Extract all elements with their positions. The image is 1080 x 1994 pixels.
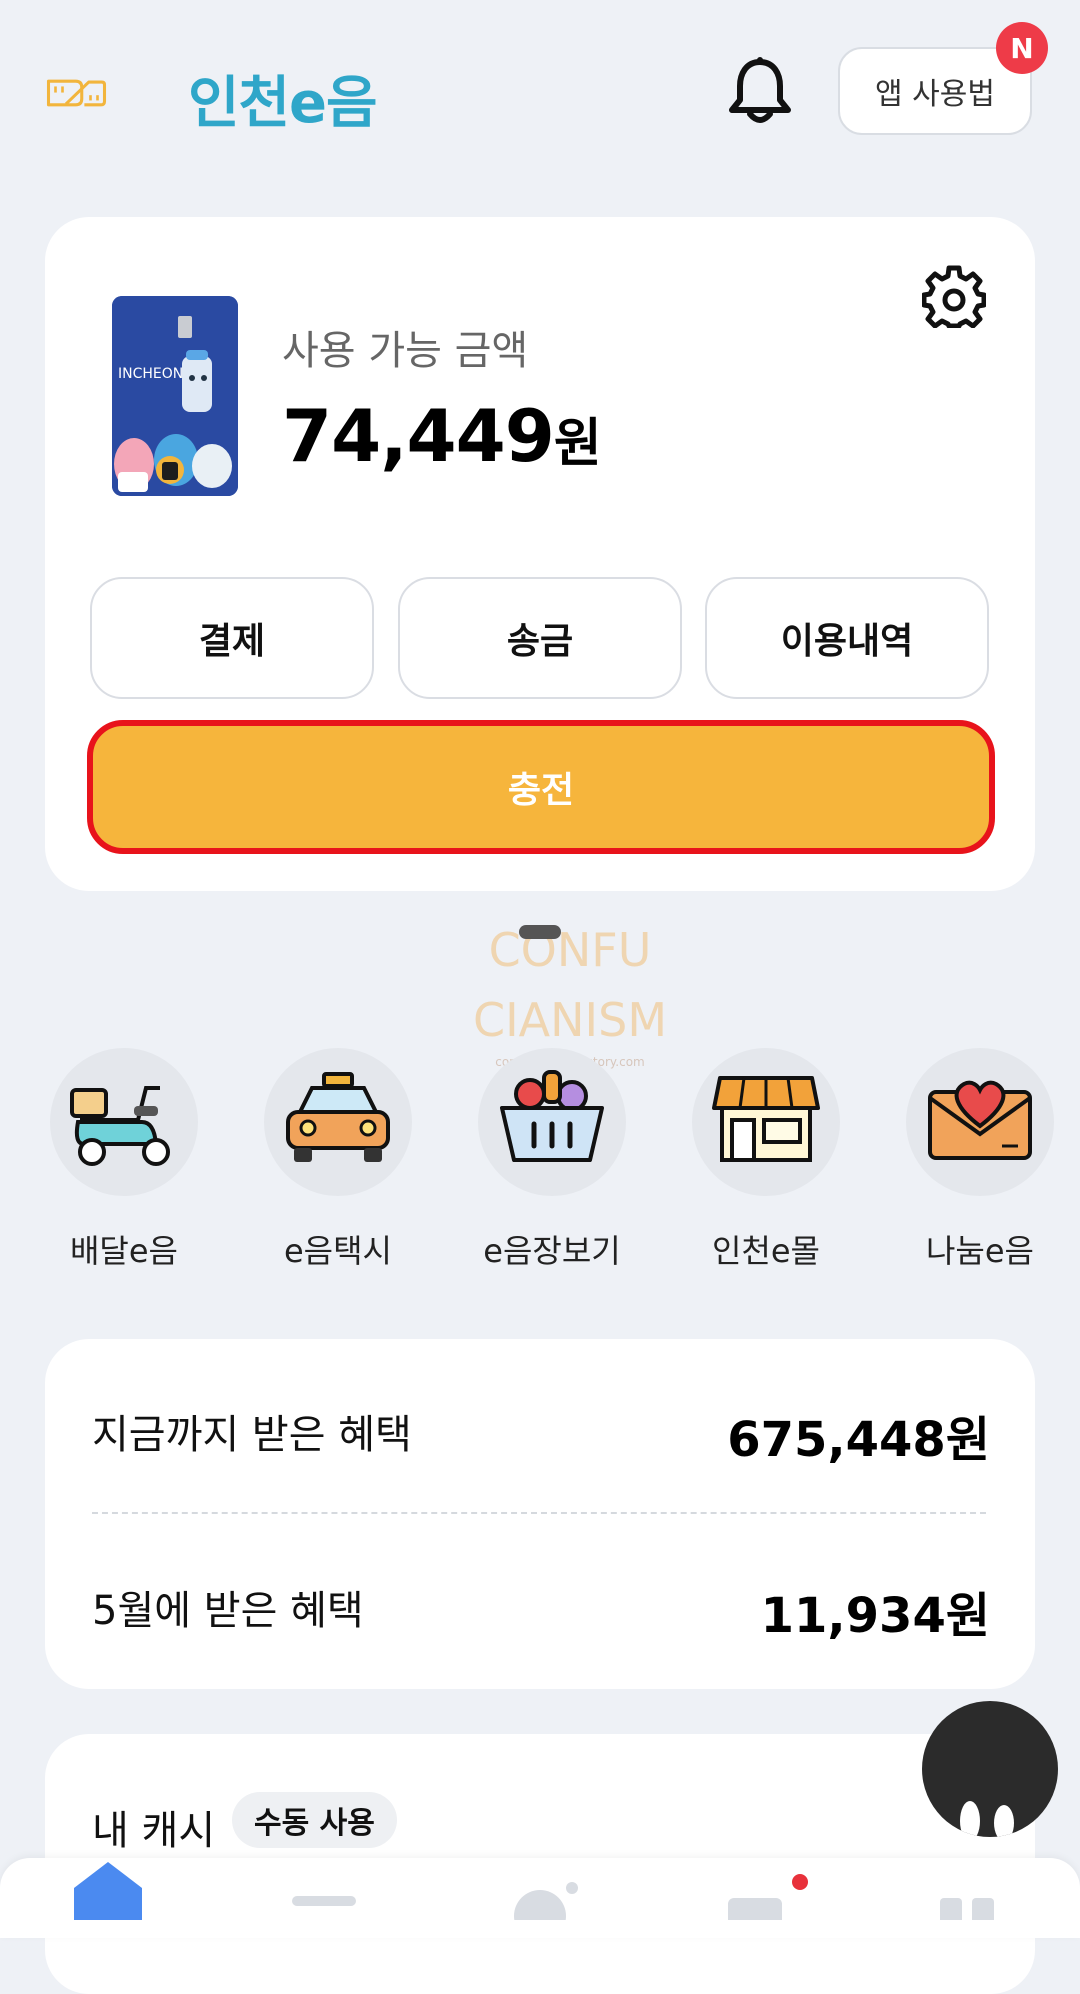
notification-bell-icon[interactable]: [728, 56, 792, 126]
service-mall[interactable]: [692, 1048, 840, 1196]
bottom-nav-icons: [74, 1862, 994, 1942]
calendar-icon: [728, 1898, 782, 1928]
history-button[interactable]: 이용내역: [705, 577, 989, 699]
available-amount-unit: 원: [553, 414, 602, 474]
available-amount-label: 사용 가능 금액: [282, 328, 529, 374]
taxi-icon: [286, 1072, 390, 1162]
character-ears-icon: [960, 1801, 1014, 1837]
pay-label: 결제: [198, 621, 266, 662]
service-label-sharing: 나눔e음: [925, 1232, 1034, 1270]
grocery-basket-icon: [500, 1070, 604, 1162]
store-icon: [712, 1076, 820, 1162]
list-icon: [292, 1896, 356, 1906]
watermark-line1: CONFU: [488, 923, 652, 977]
service-grocery[interactable]: [478, 1048, 626, 1196]
app-logo-text: 인천e음: [188, 71, 378, 136]
service-sharing[interactable]: [906, 1048, 1054, 1196]
scooter-icon: [70, 1086, 170, 1166]
heart-envelope-icon: [928, 1080, 1032, 1160]
available-amount: 74,449원: [282, 394, 602, 478]
manual-use-pill[interactable]: 수동 사용: [232, 1792, 397, 1848]
home-icon: [74, 1862, 142, 1920]
manual-use-label: 수동 사용: [254, 1806, 375, 1841]
total-benefit-label: 지금까지 받은 혜택: [92, 1412, 412, 1458]
available-amount-value: 74,449: [282, 394, 555, 478]
service-taxi[interactable]: [264, 1048, 412, 1196]
my-cash-title: 내 캐시: [92, 1808, 216, 1854]
benefits-divider: [92, 1512, 986, 1514]
charge-label: 충전: [507, 770, 575, 811]
pay-button[interactable]: 결제: [90, 577, 374, 699]
app-guide-label: 앱 사용법: [875, 77, 995, 112]
transfer-button[interactable]: 송금: [398, 577, 682, 699]
character-icon: [514, 1890, 566, 1942]
charge-button[interactable]: 충전: [87, 720, 995, 854]
service-label-mall: 인천e몰: [711, 1232, 820, 1270]
floating-character-button[interactable]: [922, 1701, 1058, 1837]
menu-icon-right: [972, 1898, 994, 1928]
notification-dot: [792, 1874, 808, 1890]
month-benefit-value: 11,934원: [760, 1588, 990, 1644]
drag-handle[interactable]: [519, 925, 561, 939]
service-label-grocery: e음장보기: [483, 1232, 621, 1270]
watermark: CONFU CIANISM confucianism.tistory.com: [440, 915, 700, 1069]
service-label-taxi: e음택시: [283, 1232, 392, 1270]
settings-gear-icon[interactable]: [922, 264, 986, 328]
total-benefit-value: 675,448원: [727, 1412, 990, 1468]
service-delivery[interactable]: [50, 1048, 198, 1196]
bottom-navigation: [0, 1858, 1080, 1942]
watermark-line2: CIANISM: [472, 993, 668, 1047]
new-badge: N: [996, 22, 1048, 74]
service-label-delivery: 배달e음: [69, 1232, 178, 1270]
app-logo: [46, 79, 107, 107]
menu-icon-left: [940, 1898, 962, 1928]
cashbee-card-image: [112, 296, 238, 496]
transfer-label: 송금: [506, 621, 574, 662]
history-label: 이용내역: [780, 621, 914, 662]
card-brand-incheon: INCHEON: [118, 366, 184, 382]
character-plus-dot: [566, 1882, 578, 1894]
month-benefit-label: 5월에 받은 혜택: [92, 1588, 364, 1634]
